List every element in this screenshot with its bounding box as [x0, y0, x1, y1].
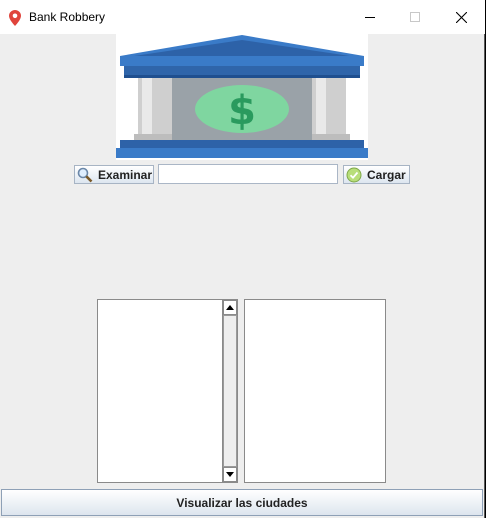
left-list-scrollbar[interactable]: [222, 300, 237, 482]
scroll-up-button[interactable]: [223, 300, 237, 315]
bank-logo: $: [116, 34, 368, 160]
maximize-button[interactable]: [392, 0, 438, 34]
arrow-up-icon: [226, 305, 234, 310]
check-icon: [346, 167, 362, 182]
file-path-input[interactable]: [158, 164, 338, 184]
maximize-icon: [410, 12, 420, 22]
bank-dollar-icon: $: [116, 35, 368, 158]
cities-list-right[interactable]: [244, 299, 386, 483]
scroll-thumb[interactable]: [223, 315, 237, 467]
minimize-icon: [365, 17, 375, 18]
scroll-down-button[interactable]: [223, 467, 237, 482]
magnifier-icon: [77, 167, 93, 182]
arrow-down-icon: [226, 472, 234, 477]
browse-button[interactable]: Examinar: [74, 165, 154, 184]
svg-text:$: $: [228, 88, 256, 134]
map-pin-icon: [9, 10, 21, 26]
title-bar: Bank Robbery: [0, 0, 485, 34]
app-window: Bank Robbery $ Examinar Cargar Visualiza…: [0, 0, 485, 518]
window-title: Bank Robbery: [29, 10, 106, 24]
visualize-cities-button[interactable]: Visualizar las ciudades: [1, 489, 483, 516]
close-icon: [455, 11, 467, 23]
load-button-label: Cargar: [367, 167, 406, 182]
load-button[interactable]: Cargar: [343, 165, 410, 184]
cities-list-left[interactable]: [97, 299, 238, 483]
close-button[interactable]: [438, 0, 484, 34]
visualize-cities-label: Visualizar las ciudades: [176, 495, 308, 510]
browse-button-label: Examinar: [98, 167, 153, 182]
minimize-button[interactable]: [347, 0, 393, 34]
